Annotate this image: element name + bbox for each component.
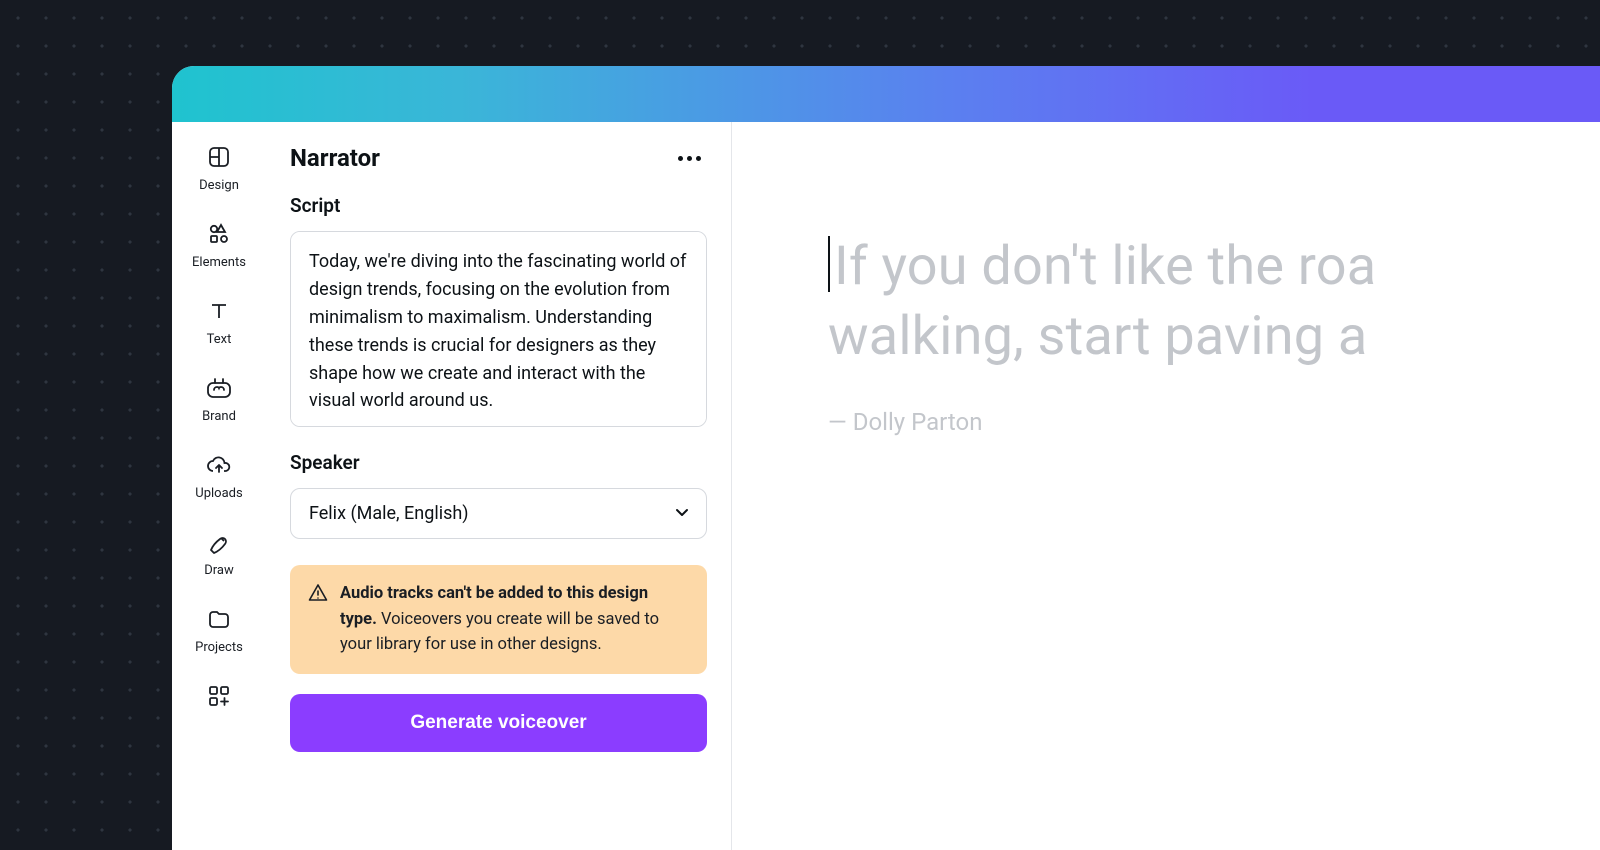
speaker-label: Speaker xyxy=(290,451,707,474)
sidebar-item-uploads[interactable]: Uploads xyxy=(195,452,242,501)
sidebar-item-label: Design xyxy=(199,178,239,193)
quote-attribution[interactable]: — Dolly Parton xyxy=(828,408,1600,436)
script-label: Script xyxy=(290,194,707,217)
sidebar-item-label: Elements xyxy=(192,255,246,270)
warning-rest: Voiceovers you create will be saved to y… xyxy=(340,610,659,655)
quote-text-line1[interactable]: If you don't like the roa xyxy=(828,232,1600,302)
sidebar-item-label: Text xyxy=(207,332,232,347)
dots-icon xyxy=(678,156,683,161)
more-options-button[interactable] xyxy=(672,150,707,167)
top-gradient-bar xyxy=(172,66,1600,122)
brand-icon xyxy=(206,375,232,401)
sidebar-item-brand[interactable]: Brand xyxy=(202,375,236,424)
narrator-panel: Narrator Script Speaker xyxy=(266,122,732,850)
generate-voiceover-button[interactable]: Generate voiceover xyxy=(290,694,707,752)
sidebar-item-projects[interactable]: Projects xyxy=(195,606,243,655)
cloud-up-icon xyxy=(206,452,232,478)
sidebar-item-label: Uploads xyxy=(195,486,242,501)
sidebar-item-draw[interactable]: Draw xyxy=(204,529,234,578)
warning-icon xyxy=(308,583,328,658)
speaker-select[interactable] xyxy=(290,488,707,539)
text-cursor xyxy=(828,236,830,292)
sidebar-item-design[interactable]: Design xyxy=(199,144,239,193)
sidebar-item-label: Projects xyxy=(195,640,243,655)
quote-text-line2[interactable]: walking, start paving a xyxy=(828,302,1600,372)
sidebar-item-apps[interactable] xyxy=(206,683,232,709)
sidebar-item-text[interactable]: Text xyxy=(206,298,232,347)
template-icon xyxy=(206,144,232,170)
warning-text: Audio tracks can't be added to this desi… xyxy=(340,581,689,658)
speaker-select-wrap xyxy=(290,488,707,539)
canvas-area[interactable]: If you don't like the roa walking, start… xyxy=(732,122,1600,850)
pencil-icon xyxy=(206,529,232,555)
sidebar-item-elements[interactable]: Elements xyxy=(192,221,246,270)
sidebar-item-label: Draw xyxy=(204,563,234,578)
apps-icon xyxy=(206,683,232,709)
script-textarea[interactable] xyxy=(290,231,707,427)
left-rail: Design Elements Text Brand xyxy=(172,122,266,850)
shapes-icon xyxy=(206,221,232,247)
warning-banner: Audio tracks can't be added to this desi… xyxy=(290,565,707,674)
text-icon xyxy=(206,298,232,324)
content-row: Design Elements Text Brand xyxy=(172,122,1600,850)
panel-title: Narrator xyxy=(290,144,380,172)
folder-icon xyxy=(206,606,232,632)
sidebar-item-label: Brand xyxy=(202,409,236,424)
app-window: Design Elements Text Brand xyxy=(172,66,1600,850)
panel-header: Narrator xyxy=(290,144,707,172)
